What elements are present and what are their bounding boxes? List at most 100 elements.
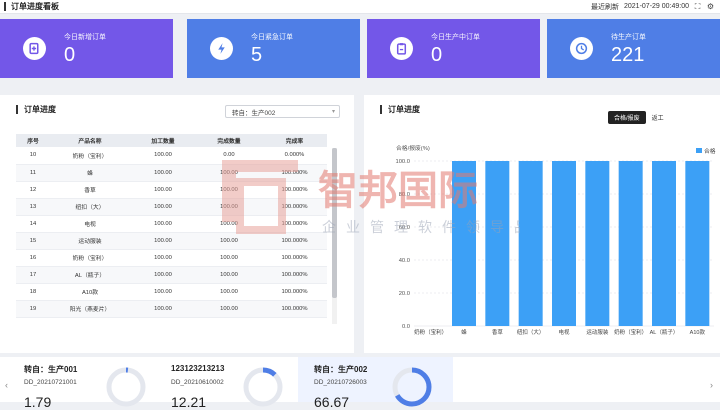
title-marker xyxy=(4,2,6,11)
kpi-card-urgent-orders: 今日紧急订单 5 xyxy=(187,19,360,78)
cell-quantity: 100.00 xyxy=(130,215,196,233)
scroll-right-arrow[interactable]: › xyxy=(710,380,713,390)
legend-swatch xyxy=(696,148,702,153)
cell-quantity: 100.00 xyxy=(130,232,196,250)
table-scrollbar[interactable] xyxy=(332,148,337,324)
cell-product: 纽扣（大） xyxy=(50,198,130,216)
panel-title: 订单进度 xyxy=(16,104,56,115)
cell-rate: 100.000% xyxy=(262,198,327,216)
table-row[interactable]: 14 电视 100.00 100.00 100.000% xyxy=(16,215,327,233)
kpi-card-pending: 待生产订单 221 xyxy=(547,19,720,78)
chart-bar[interactable] xyxy=(685,161,710,326)
cell-rate: 100.000% xyxy=(262,215,327,233)
add-document-icon xyxy=(23,37,46,60)
page-title: 订单进度看板 xyxy=(11,2,59,11)
cell-index: 13 xyxy=(16,198,50,216)
chart-bar[interactable] xyxy=(518,161,543,326)
table-row[interactable]: 19 阳光（燕麦片） 100.00 100.00 100.000% xyxy=(16,300,327,318)
cell-completed: 100.00 xyxy=(196,198,262,216)
fullscreen-icon[interactable]: ⛶ xyxy=(693,2,702,11)
order-select[interactable]: 转自：生产002 ▾ xyxy=(225,105,340,118)
order-card-1[interactable]: 转自：生产001 DD_20210721001 1.79 xyxy=(8,357,152,410)
cell-quantity: 100.00 xyxy=(130,249,196,267)
donut-track xyxy=(106,367,146,407)
table-row[interactable]: 10 奶粉（宝利） 100.00 0.00 0.000% xyxy=(16,147,327,165)
cell-rate: 100.000% xyxy=(262,266,327,284)
cell-index: 18 xyxy=(16,283,50,301)
cell-completed: 100.00 xyxy=(196,283,262,301)
cell-index: 12 xyxy=(16,181,50,199)
order-card-code: DD_20210610002 xyxy=(171,379,224,386)
order-card-value: 12.21 xyxy=(171,394,207,410)
chevron-down-icon: ▾ xyxy=(331,109,335,115)
refresh-time: 2021-07-29 00:49:00 xyxy=(624,3,689,10)
x-tick-label: 蜂 xyxy=(461,328,467,336)
cell-quantity: 100.00 xyxy=(130,283,196,301)
scrollbar-thumb[interactable] xyxy=(332,148,337,298)
order-card-2[interactable]: 123123213213 DD_20210610002 12.21 xyxy=(155,357,299,410)
table-row[interactable]: 11 蜂 100.00 100.00 100.000% xyxy=(16,164,327,182)
cell-rate: 100.000% xyxy=(262,164,327,182)
table-row[interactable]: 13 纽扣（大） 100.00 100.00 100.000% xyxy=(16,198,327,216)
cell-index: 10 xyxy=(16,147,50,165)
x-tick-label: A10款 xyxy=(690,328,706,336)
y-tick-label: 40.0 xyxy=(399,258,410,264)
kpi-label: 今日生产中订单 xyxy=(431,34,480,41)
chart-bar[interactable] xyxy=(585,161,610,326)
order-select-value: 转自：生产002 xyxy=(232,109,276,117)
table-row[interactable]: 18 A10款 100.00 100.00 100.000% xyxy=(16,283,327,301)
cell-completed: 100.00 xyxy=(196,232,262,250)
table-row[interactable]: 15 运动服装 100.00 100.00 100.000% xyxy=(16,232,327,250)
table-row[interactable]: 17 AL（瓶子） 100.00 100.00 100.000% xyxy=(16,266,327,284)
kpi-value: 221 xyxy=(611,44,645,66)
kpi-label: 待生产订单 xyxy=(611,34,646,41)
progress-table: 序号 产品名称 加工数量 完成数量 完成率 10 奶粉（宝利） 100.00 0.00… xyxy=(16,134,327,318)
chart-bar[interactable] xyxy=(652,161,676,326)
kpi-label: 今日紧急订单 xyxy=(251,34,293,41)
cell-product: AL（瓶子） xyxy=(50,266,130,284)
x-tick-label: AL（瓶子） xyxy=(650,328,679,336)
x-tick-label: 奶粉（宝利） xyxy=(414,328,447,336)
title-marker xyxy=(16,105,18,114)
order-card-title: 123123213213 xyxy=(171,364,225,373)
order-progress-chart-panel: 订单进度 合格/报废 返工 合格/报废(%) 0.0 20.0 40.0 60.0 80.… xyxy=(364,95,720,353)
cell-completed: 100.00 xyxy=(196,266,262,284)
order-card-value: 66.67 xyxy=(314,394,350,410)
chart-bar[interactable] xyxy=(618,161,643,326)
kpi-label: 今日新增订单 xyxy=(64,34,106,41)
gear-icon[interactable]: ⚙ xyxy=(706,2,715,11)
table-header-row: 序号 产品名称 加工数量 完成数量 完成率 xyxy=(16,134,327,147)
progress-donut xyxy=(243,367,283,407)
col-header-product: 产品名称 xyxy=(50,134,130,147)
cell-completed: 100.00 xyxy=(196,164,262,182)
chart-bar[interactable] xyxy=(552,161,576,326)
kpi-card-new-orders: 今日新增订单 0 xyxy=(0,19,173,78)
cell-product: 电视 xyxy=(50,215,130,233)
cell-index: 19 xyxy=(16,300,50,318)
order-card-3[interactable]: 转自：生产002 DD_20210726003 66.67 xyxy=(298,357,453,410)
kpi-value: 0 xyxy=(431,44,443,66)
y-axis-label: 合格/报废(%) xyxy=(396,144,430,152)
cell-product: 奶粉（宝利） xyxy=(50,249,130,267)
cell-product: 蜂 xyxy=(50,164,130,182)
donut-track xyxy=(243,367,283,407)
progress-donut xyxy=(106,367,146,407)
cell-rate: 100.000% xyxy=(262,232,327,250)
cell-rate: 100.000% xyxy=(262,300,327,318)
bar-chart: 合格/报废(%) 0.0 20.0 40.0 60.0 80.0 100.0 奶粉（宝利） 蜂 香… xyxy=(395,144,715,336)
cell-product: 奶粉（宝利） xyxy=(50,147,130,165)
col-header-index: 序号 xyxy=(16,134,50,147)
cell-quantity: 100.00 xyxy=(130,147,196,165)
progress-donut xyxy=(392,367,432,407)
order-card-value: 1.79 xyxy=(24,394,52,410)
order-card-code: DD_20210726003 xyxy=(314,379,367,386)
chart-bar[interactable] xyxy=(485,161,510,326)
y-tick-label: 100.0 xyxy=(395,159,410,165)
chart-bar[interactable] xyxy=(452,161,476,326)
clock-icon xyxy=(570,37,593,60)
cell-rate: 0.000% xyxy=(262,147,327,165)
table-row[interactable]: 16 奶粉（宝利） 100.00 100.00 100.000% xyxy=(16,249,327,267)
table-row[interactable]: 12 香草 100.00 100.00 100.000% xyxy=(16,181,327,199)
order-card-title: 转自：生产002 xyxy=(314,365,368,374)
lightning-icon xyxy=(210,37,233,60)
